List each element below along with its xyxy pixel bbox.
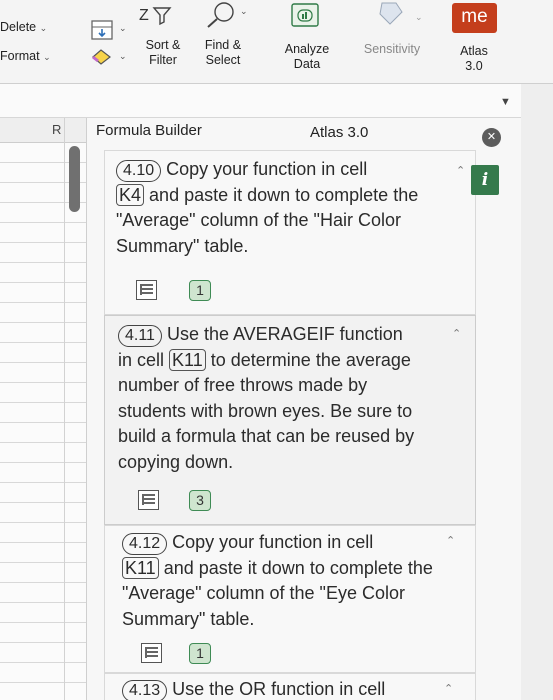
cell-reference[interactable]: K11 [122,556,159,579]
collapse-chevron-icon[interactable]: ⌃ [444,682,453,695]
step-line: build a formula that can be reused by [118,426,415,446]
step-4-11-text: 4.11 Use the AVERAGEIF function in cell K… [118,322,468,475]
step-number: 4.13 [122,680,168,700]
close-pane-button[interactable]: ✕ [482,128,501,147]
step-number: 4.10 [116,160,162,182]
svg-text:Z: Z [139,7,149,24]
step-line: "Average" column of the "Hair Color [116,210,401,230]
find-select-label-1: Find & [204,38,242,52]
sensitivity-button[interactable]: Sensitivity [357,42,427,57]
attempt-count-badge: 1 [189,643,211,664]
step-4-10-text: 4.10 Copy your function in cell K4 and pa… [116,157,466,259]
chevron-down-icon[interactable]: ⌄ [119,51,127,62]
sort-filter-icon[interactable]: Z [137,2,175,30]
step-line: in cell [118,349,165,370]
right-edge-strip [521,84,553,700]
me-label: me [461,6,488,27]
step-line: Summary" table. [116,235,249,256]
step-line: Copy your function in cell [172,532,374,552]
sort-filter-label-2: Filter [149,53,177,67]
screen: Delete ⌄ Format ⌄ ⌄ ⌄ Z Sort & Filter ⌄ … [0,0,553,700]
delete-button[interactable]: Delete ⌄ [0,20,47,34]
step-line: to determine the average [210,349,411,370]
step-line: students with brown eyes. Be sure to [118,400,413,421]
step-4-13-text: 4.13 Use the OR function in cell [122,677,472,700]
sensitivity-label-icon[interactable] [376,0,406,26]
worksheet-icon[interactable] [141,643,162,663]
pane-scrollbar-thumb[interactable] [69,146,80,212]
grid-divider [64,118,65,700]
chevron-down-icon[interactable]: ⌄ [415,12,423,23]
chevron-down-icon: ⌄ [43,52,51,62]
ribbon: Delete ⌄ Format ⌄ ⌄ ⌄ Z Sort & Filter ⌄ … [0,0,553,84]
chevron-down-icon[interactable]: ⌄ [119,23,127,34]
step-line: Use the AVERAGEIF function [166,324,403,344]
analyze-data-icon[interactable] [290,2,322,30]
step-line: and paste it down to complete the [163,557,433,578]
pane-subtitle: Atlas 3.0 [310,124,369,141]
delete-label: Delete [0,20,37,34]
analyze-data-label-1: Analyze [284,42,330,56]
format-button[interactable]: Format ⌄ [0,49,51,63]
step-4-12-text: 4.12 Copy your function in cell K11 and p… [122,530,472,632]
step-line: copying down. [118,451,234,472]
step-number: 4.12 [122,533,168,555]
sort-filter-button[interactable]: Sort & Filter [136,38,190,68]
formula-bar-area [0,84,553,118]
format-label: Format [0,49,40,63]
pane-title: Formula Builder [96,122,202,139]
sort-filter-label-1: Sort & [145,38,181,52]
info-button[interactable]: i [471,165,499,195]
worksheet-icon[interactable] [138,490,159,510]
column-header-r[interactable]: R [52,122,61,137]
atlas-button[interactable]: Atlas 3.0 [451,44,497,74]
atlas-label-1: Atlas [460,44,488,58]
magnifier-icon[interactable]: ⌄ [200,0,250,30]
collapse-chevron-icon[interactable]: ⌃ [446,534,455,547]
worksheet-icon[interactable] [136,280,157,300]
collapse-chevron-icon[interactable]: ⌃ [452,327,461,340]
spreadsheet-grid[interactable] [0,143,86,700]
clear-eraser-icon[interactable] [91,48,113,66]
analyze-data-label-2: Data [293,57,321,71]
step-line: "Average" column of the "Eye Color [122,583,405,603]
step-line: number of free throws made by [118,375,368,395]
cell-reference[interactable]: K4 [116,183,145,206]
step-line: Summary" table. [122,608,255,629]
ribbon-collapse-icon[interactable]: ▼ [500,96,511,108]
attempt-count-badge: 1 [189,280,211,301]
attempt-count-badge: 3 [189,490,211,511]
collapse-chevron-icon[interactable]: ⌃ [456,164,465,177]
cell-reference[interactable]: K11 [169,348,206,371]
svg-text:⌄: ⌄ [240,7,248,17]
find-select-button[interactable]: Find & Select [198,38,248,68]
analyze-data-button[interactable]: Analyze Data [278,42,336,72]
sensitivity-label: Sensitivity [363,42,421,56]
fill-down-icon[interactable] [91,20,113,40]
atlas-label-2: 3.0 [465,59,483,73]
me-addin-icon[interactable]: me [452,3,497,33]
step-line: and paste it down to complete the [149,184,419,205]
step-line: Copy your function in cell [166,159,368,179]
chevron-down-icon: ⌄ [39,23,48,33]
step-number: 4.11 [118,325,162,347]
step-line: Use the OR function in cell [172,679,386,699]
find-select-label-2: Select [205,53,241,67]
